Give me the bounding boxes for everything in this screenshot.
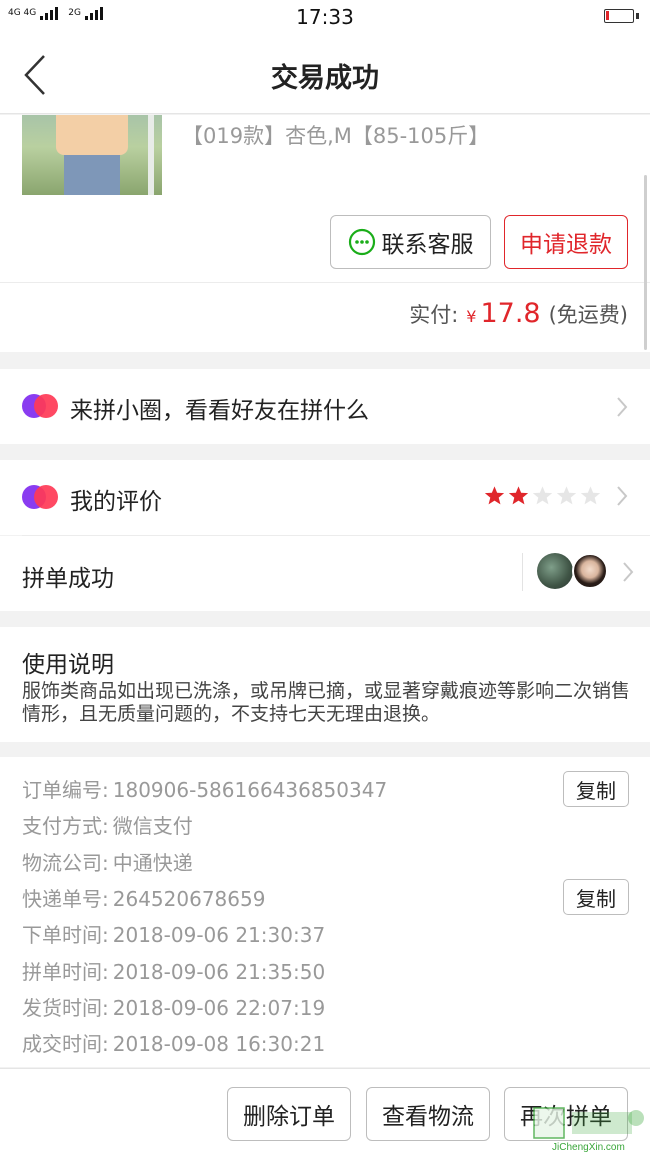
rating-stars	[484, 485, 601, 506]
chevron-right-icon	[617, 486, 628, 506]
chat-bubble-icon	[348, 228, 375, 256]
order-info-row: 下单时间: 2018-09-06 21:30:37	[22, 919, 325, 948]
order-info-value: 2018-09-06 21:30:37	[112, 923, 326, 948]
order-info-value: 中通快递	[112, 850, 193, 875]
instructions-title: 使用说明	[22, 652, 114, 678]
order-info-label: 订单编号:	[22, 778, 109, 802]
battery-icon	[604, 9, 634, 23]
currency-symbol: ¥	[466, 307, 477, 326]
product-thumbnail[interactable]	[22, 115, 162, 195]
star-icon	[508, 486, 529, 505]
product-sku: 【019款】杏色,M【85-105斤】	[182, 124, 490, 148]
page-title: 交易成功	[271, 63, 379, 94]
order-info-row: 成交时间: 2018-09-08 16:30:21	[22, 1028, 325, 1057]
review-icon	[22, 485, 58, 509]
order-info-value: 2018-09-06 22:07:19	[112, 995, 326, 1020]
order-info-label: 成交时间:	[22, 1032, 109, 1057]
friends-circle-label: 来拼小圈，看看好友在拼什么	[70, 398, 369, 424]
order-info-value: 2018-09-08 16:30:21	[112, 1032, 326, 1057]
star-icon	[580, 486, 601, 505]
watermark-text: JiChengXin.com	[552, 1142, 625, 1153]
order-info-label: 物流公司:	[22, 850, 109, 875]
divider	[0, 282, 650, 283]
pinxiaoquan-icon	[22, 394, 58, 418]
instructions-body: 服饰类商品如出现已洗涤，或吊牌已摘，或显著穿戴痕迹等影响二次销售情形，且无质量问…	[22, 680, 631, 725]
my-review-label: 我的评价	[70, 489, 162, 515]
order-info-value: 180906-586166436850347	[112, 778, 388, 802]
order-info-row: 支付方式: 微信支付	[22, 810, 193, 839]
clock: 17:33	[296, 5, 354, 29]
order-info-label: 支付方式:	[22, 814, 109, 839]
star-icon	[556, 486, 577, 505]
battery-tip	[636, 13, 639, 19]
order-info-row: 拼单时间: 2018-09-06 21:35:50	[22, 956, 325, 985]
avatar[interactable]	[572, 553, 608, 589]
copy-order-number-button[interactable]: 复制	[563, 771, 629, 807]
copy-label: 复制	[576, 886, 616, 911]
delete-order-label: 删除订单	[243, 1104, 335, 1130]
order-info-value: 264520678659	[112, 886, 266, 911]
battery-level	[606, 11, 609, 20]
order-info-label: 发货时间:	[22, 995, 109, 1020]
order-info-row: 物流公司: 中通快递	[22, 847, 193, 876]
order-info-row: 发货时间: 2018-09-06 22:07:19	[22, 992, 325, 1021]
star-icon	[484, 486, 505, 505]
delete-order-button[interactable]: 删除订单	[227, 1087, 351, 1141]
order-info-row: 快递单号: 264520678659	[22, 883, 265, 912]
avatar[interactable]	[537, 553, 573, 589]
refund-label: 申请退款	[520, 232, 612, 258]
star-icon	[532, 486, 553, 505]
order-info-value: 微信支付	[112, 814, 193, 839]
order-info-label: 下单时间:	[22, 923, 109, 948]
order-info-row: 订单编号: 180906-586166436850347	[22, 774, 387, 803]
shipping-note: (免运费)	[548, 303, 628, 327]
paid-amount: 17.8	[480, 298, 541, 329]
order-info-value: 2018-09-06 21:35:50	[112, 959, 326, 984]
group-success-label: 拼单成功	[22, 566, 114, 592]
view-logistics-label: 查看物流	[382, 1104, 474, 1130]
chevron-right-icon	[617, 397, 628, 417]
view-logistics-button[interactable]: 查看物流	[366, 1087, 490, 1141]
contact-service-label: 联系客服	[381, 232, 474, 258]
vertical-separator	[522, 553, 523, 591]
copy-tracking-number-button[interactable]: 复制	[563, 879, 629, 915]
paid-label: 实付:	[409, 303, 459, 327]
order-info-label: 快递单号:	[22, 886, 109, 911]
refund-button[interactable]: 申请退款	[504, 215, 628, 269]
contact-service-button[interactable]: 联系客服	[330, 215, 491, 269]
chevron-right-icon	[623, 562, 634, 582]
order-info-label: 拼单时间:	[22, 959, 109, 984]
friends-circle-row[interactable]: 来拼小圈，看看好友在拼什么	[0, 369, 650, 444]
paid-summary: 实付: ¥17.8 (免运费)	[0, 298, 628, 329]
copy-label: 复制	[576, 778, 616, 803]
scrollbar[interactable]	[644, 175, 647, 350]
